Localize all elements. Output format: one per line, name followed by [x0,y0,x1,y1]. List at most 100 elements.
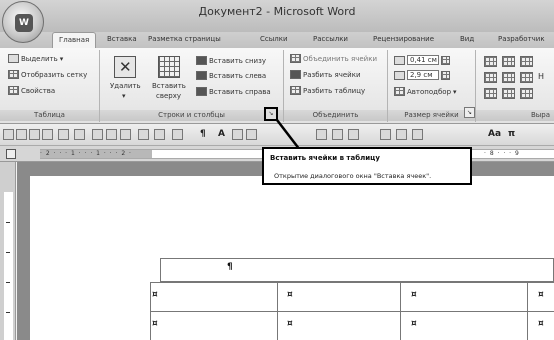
distribute-columns-icon[interactable] [441,70,450,80]
tab-references[interactable]: Ссылки [260,35,288,43]
paragraph-mark: ¶ [227,262,233,272]
select-icon [8,54,19,63]
insert-above-line2[interactable]: сверху [156,92,181,100]
cut-icon[interactable] [92,129,103,140]
tab-insert[interactable]: Вставка [107,35,137,43]
tab-review[interactable]: Рецензирование [373,35,434,43]
table-style-icon[interactable] [348,129,359,140]
table-cell[interactable] [150,282,278,312]
align-middle-right-icon[interactable] [520,72,533,83]
insert-above-icon[interactable] [158,56,180,78]
table-cell[interactable] [400,311,528,340]
tooltip: Вставить ячейки в таблицу Открытие диало… [262,147,472,185]
select-button[interactable]: Выделить ▾ [8,54,63,63]
row-height-input[interactable]: 0,41 см [407,55,439,65]
align-top-right-icon[interactable] [520,56,533,67]
ribbon: Выделить ▾ Отобразить сетку Свойства Таб… [0,48,554,124]
tab-selector-button[interactable] [6,149,16,159]
font-color-icon[interactable]: A [218,129,225,140]
tab-view[interactable]: Вид [460,35,474,43]
print-icon[interactable] [42,129,53,140]
align-middle-left-icon[interactable] [484,72,497,83]
text-direction-label[interactable]: Н [538,72,544,81]
change-case-icon[interactable]: Aa [488,129,501,140]
table-row[interactable] [160,258,554,282]
new-document-icon[interactable] [3,129,14,140]
insert-column-icon[interactable] [396,129,407,140]
spelling-icon[interactable] [154,129,165,140]
cell-end-mark: ¤ [152,319,158,329]
tooltip-description: Открытие диалогового окна "Вставка ячеек… [274,172,432,180]
paste-icon[interactable] [120,129,131,140]
tab-mailings[interactable]: Рассылки [313,35,348,43]
column-width-input[interactable]: 2,9 см [407,70,439,80]
cell-end-mark: ¤ [411,319,417,329]
align-bottom-right-icon[interactable] [520,88,533,99]
cell-size-dialog-launcher[interactable]: ↘ [464,107,475,118]
copy-icon[interactable] [106,129,117,140]
align-center-icon[interactable] [246,129,257,140]
insert-left-button[interactable]: Вставить слева [196,71,266,80]
tab-home[interactable]: Главная [52,32,97,49]
align-middle-center-icon[interactable] [502,72,515,83]
vertical-ruler-track[interactable] [4,192,13,340]
table-cell[interactable] [400,282,528,312]
insert-right-button[interactable]: Вставить справа [196,87,271,96]
format-painter-icon[interactable] [138,129,149,140]
insert-cells-dialog-launcher[interactable]: ↘ [264,107,278,121]
tab-page-layout[interactable]: Разметка страницы [148,35,221,43]
group-label-rows-columns: Строки и столбцы [100,110,283,121]
table-cell[interactable] [277,311,401,340]
distribute-rows-icon[interactable] [441,55,450,65]
borders-icon[interactable] [316,129,327,140]
redo-icon[interactable] [74,129,85,140]
document-page[interactable]: ¶ ¤ ¤ ¤ ¤ ¤ ¤ ¤ ¤ [30,176,554,340]
table-cell[interactable] [150,311,278,340]
split-cells-button[interactable]: Разбить ячейки [290,70,361,79]
save-icon[interactable] [16,129,27,140]
chevron-down-icon: ▾ [453,87,457,96]
group-label-table: Таблица [0,110,99,121]
ruler-tick [6,282,10,283]
align-top-left-icon[interactable] [484,56,497,67]
align-bottom-left-icon[interactable] [484,88,497,99]
align-top-center-icon[interactable] [502,56,515,67]
align-bottom-center-icon[interactable] [502,88,515,99]
split-table-button[interactable]: Разбить таблицу [290,86,365,95]
shading-icon[interactable] [332,129,343,140]
ruler-ticks-right: · 8 · · · 9 [484,150,520,157]
tab-developer[interactable]: Разработчик [498,35,545,43]
properties-button[interactable]: Свойства [8,86,55,95]
column-width-field[interactable]: 2,9 см [394,70,450,80]
equation-icon[interactable]: π [508,129,515,140]
insert-above-line1[interactable]: Вставить [152,82,186,90]
delete-table-icon[interactable] [114,56,136,78]
table-group: Выделить ▾ Отобразить сетку Свойства Таб… [0,50,100,122]
group-label-cell-size: Размер ячейки [388,110,475,121]
merge-cells-button[interactable]: Объединить ячейки [290,54,377,63]
chevron-down-icon[interactable]: ▾ [122,92,126,100]
show-formatting-marks-icon[interactable]: ¶ [200,129,206,140]
rows-columns-group: Удалить ▾ Вставить сверху Вставить снизу… [100,50,284,122]
row-height-field[interactable]: 0,41 см [394,55,450,65]
insert-below-button[interactable]: Вставить снизу [196,56,266,65]
align-left-icon[interactable] [232,129,243,140]
autofit-button[interactable]: Автоподбор ▾ [394,87,457,96]
cell-end-mark: ¤ [287,290,293,300]
select-label: Выделить [21,54,58,63]
delete-button-label[interactable]: Удалить [110,82,141,90]
open-icon[interactable] [29,129,40,140]
ribbon-tabs: Главная Вставка Разметка страницы Ссылки… [0,32,554,49]
chevron-down-icon: ▾ [59,54,64,63]
insert-row-icon[interactable] [380,129,391,140]
show-gridlines-button[interactable]: Отобразить сетку [8,70,87,79]
insert-table-icon[interactable] [172,129,183,140]
undo-icon[interactable] [58,129,69,140]
cell-end-mark: ¤ [287,319,293,329]
split-table-icon [290,86,301,95]
window-title: Документ2 - Microsoft Word [198,5,356,18]
table-cell[interactable] [277,282,401,312]
insert-below-label: Вставить снизу [209,56,266,65]
merge-icon[interactable] [412,129,423,140]
office-button[interactable]: W [2,1,44,43]
